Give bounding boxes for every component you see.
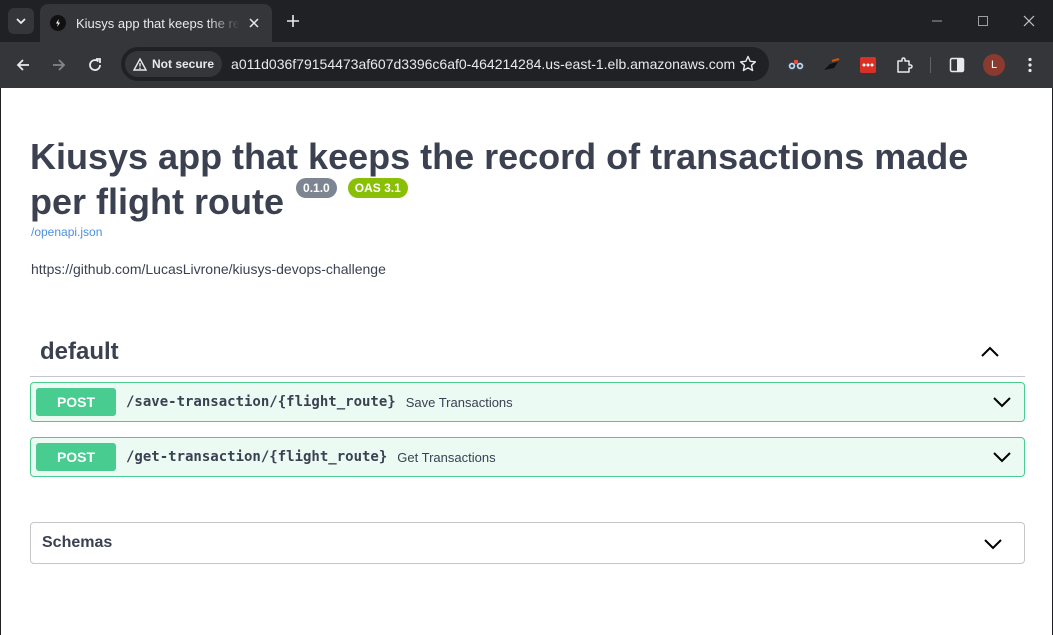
ninja-extension-icon[interactable] [820,54,842,76]
reload-icon [89,58,101,71]
schemas-title: Schemas [42,534,113,551]
arrow-left-icon [16,59,29,71]
kebab-menu-icon[interactable] [1019,54,1041,76]
bookmark-star-icon[interactable] [739,55,757,73]
url-text[interactable]: a011d036f79154473af607d3396c6af0-4642142… [231,56,735,72]
api-description: https://github.com/LucasLivrone/kiusys-d… [31,261,386,277]
operation-path: /get-transaction/{flight_route} [126,449,388,465]
profile-avatar[interactable]: L [983,54,1005,76]
maximize-icon [978,16,988,26]
close-icon [1023,15,1035,27]
address-bar[interactable]: Not secure a011d036f79154473af607d3396c6… [121,47,769,81]
chevron-down-icon[interactable] [982,533,1004,555]
chevron-down-icon[interactable] [992,447,1012,467]
red-dots-extension-icon[interactable] [857,54,879,76]
browser-title-bar: Kiusys app that keeps the record of tran… [0,0,1053,42]
close-tab-icon[interactable] [246,15,262,31]
forward-button[interactable] [45,51,73,79]
method-badge: POST [36,443,116,471]
chevron-down-icon[interactable] [992,392,1012,412]
toolbar-divider [930,57,931,73]
operation-get-transaction[interactable]: POST /get-transaction/{flight_route} Get… [30,437,1025,477]
operation-path: /save-transaction/{flight_route} [126,394,396,410]
api-title-text: Kiusys app that keeps the record of tran… [30,136,969,222]
security-label: Not secure [152,57,215,71]
openapi-json-link[interactable]: /openapi.json [31,225,102,239]
reload-button[interactable] [81,51,109,79]
browser-toolbar: Not secure a011d036f79154473af607d3396c6… [0,42,1053,88]
operation-summary: Get Transactions [397,449,496,465]
chevron-down-icon [16,18,26,25]
minimize-icon [932,20,942,22]
warning-triangle-icon [133,57,147,71]
plus-icon [287,15,299,27]
back-button[interactable] [9,51,37,79]
operation-save-transaction[interactable]: POST /save-transaction/{flight_route} Sa… [30,382,1025,422]
schemas-section[interactable]: Schemas [30,522,1025,564]
side-panel-icon[interactable] [946,54,968,76]
chevron-up-icon[interactable] [979,341,1001,363]
puzzle-extensions-icon[interactable] [893,54,915,76]
tag-section-default[interactable]: default [30,327,1025,377]
oas-badge: OAS 3.1 [347,178,408,198]
version-badge: 0.1.0 [296,178,337,198]
operation-summary: Save Transactions [405,394,513,410]
binoculars-extension-icon[interactable] [785,54,807,76]
new-tab-button[interactable] [282,10,304,32]
tab-title: Kiusys app that keeps the record of tran… [76,15,240,31]
close-window-button[interactable] [1016,8,1042,34]
method-badge: POST [36,388,116,416]
security-chip[interactable]: Not secure [125,51,223,77]
arrow-right-icon [53,59,66,71]
browser-tab-active[interactable]: Kiusys app that keeps the record of tran… [40,4,272,42]
maximize-button[interactable] [970,8,996,34]
tag-name: default [40,337,119,365]
swagger-page: Kiusys app that keeps the record of tran… [0,88,1053,635]
minimize-button[interactable] [924,8,950,34]
api-title: Kiusys app that keeps the record of tran… [30,136,1020,223]
swagger-icon [50,15,66,31]
tab-search-button[interactable] [8,8,34,34]
